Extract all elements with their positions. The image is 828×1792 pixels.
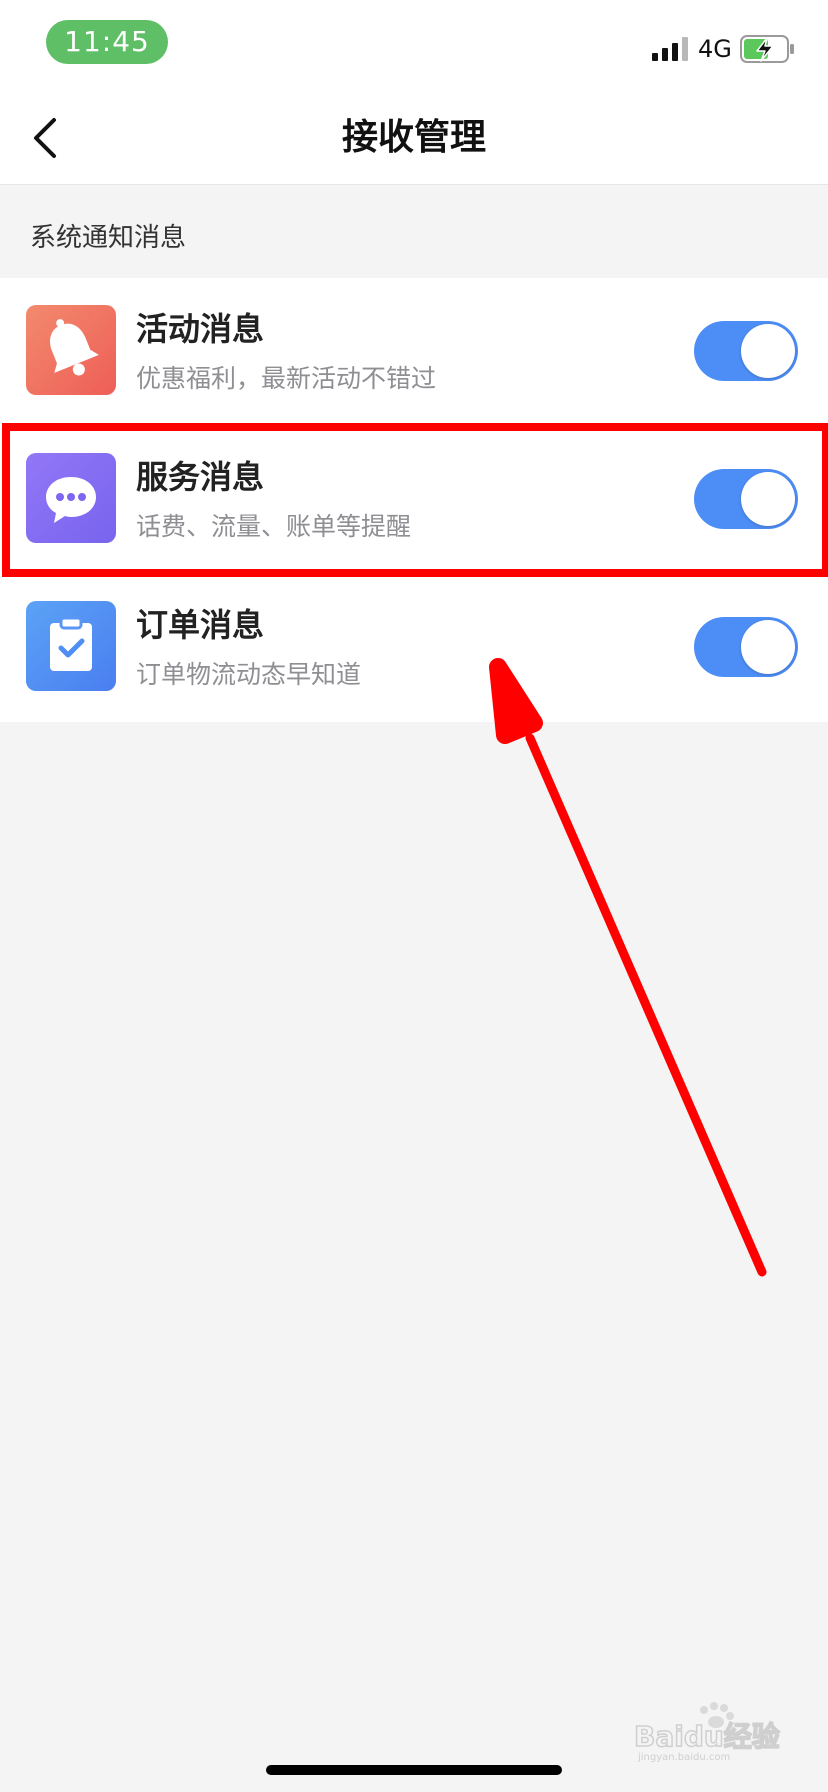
service-messages-toggle[interactable] [694,469,798,529]
network-type-label: 4G [698,35,732,63]
toggle-knob [741,472,795,526]
chat-bubble-icon [26,453,116,543]
item-title: 订单消息 [136,606,265,644]
section-header: 系统通知消息 [30,223,187,253]
list-item-activity-messages[interactable]: 活动消息 优惠福利，最新活动不错过 [0,278,828,426]
clipboard-check-icon [26,601,116,691]
svg-text:jingyan.baidu.com: jingyan.baidu.com [637,1752,730,1763]
list-item-service-messages[interactable]: 服务消息 话费、流量、账单等提醒 [0,426,828,574]
svg-text:Baidu经验: Baidu经验 [634,1720,780,1753]
notification-settings-list: 活动消息 优惠福利，最新活动不错过 服务消息 话费、流量、账单等提醒 订单消息 … [0,278,828,722]
page-title: 接收管理 [341,117,486,158]
order-messages-toggle[interactable] [694,617,798,677]
bell-icon [26,305,116,395]
activity-messages-toggle[interactable] [694,321,798,381]
toggle-knob [741,620,795,674]
list-item-order-messages[interactable]: 订单消息 订单物流动态早知道 [0,574,828,722]
status-bar: 11:45 4G [0,0,828,92]
status-time: 11:45 [46,20,168,64]
navigation-bar: 接收管理 [0,92,828,185]
home-indicator[interactable] [266,1765,562,1775]
toggle-knob [741,324,795,378]
signal-bars-icon [652,37,688,61]
annotation-arrow [489,658,767,1277]
item-title: 活动消息 [136,310,265,348]
item-title: 服务消息 [136,458,265,496]
item-subtitle: 优惠福利，最新活动不错过 [136,364,437,393]
baidu-jingyan-watermark: Baidu经验 jingyan.baidu.com [633,1702,781,1763]
item-subtitle: 订单物流动态早知道 [136,660,362,689]
item-subtitle: 话费、流量、账单等提醒 [136,512,412,541]
battery-charging-icon [740,35,794,63]
